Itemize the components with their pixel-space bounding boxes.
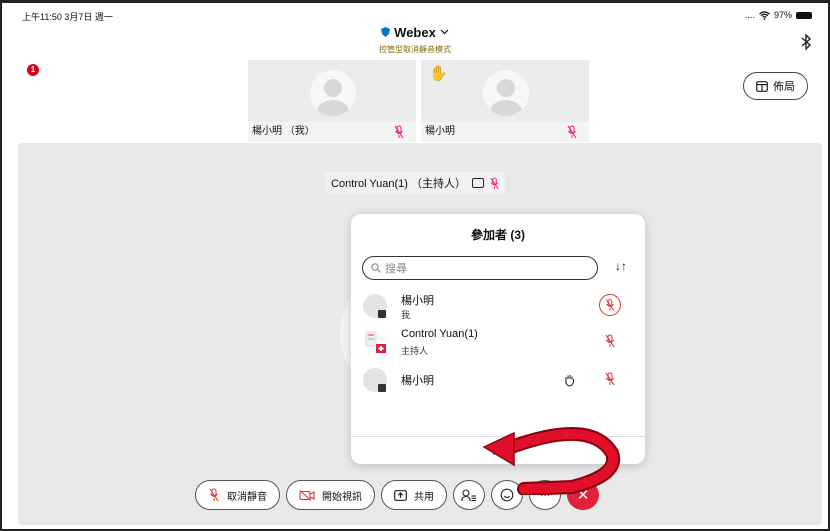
participant-name: 楊小明 (401, 295, 434, 307)
participant-search-input[interactable]: 搜尋 (362, 256, 598, 280)
muted-mic-icon (490, 177, 499, 189)
muted-mic-icon[interactable] (599, 368, 621, 390)
reactions-button[interactable] (491, 480, 523, 510)
muted-mic-icon (567, 125, 577, 139)
leave-meeting-button[interactable]: ✕ (567, 480, 599, 510)
panel-divider (351, 436, 645, 437)
status-indicators: .... 97% (745, 10, 812, 20)
participants-button[interactable] (453, 480, 485, 510)
status-time-date: 上午11:50 3月7日 週一 (22, 12, 113, 22)
participant-role: 我 (401, 310, 411, 320)
participant-name: 楊小明 (401, 375, 434, 387)
host-logo-icon (365, 331, 386, 353)
notification-badge[interactable]: 1 (27, 64, 39, 76)
search-icon (371, 263, 381, 273)
wifi-icon (759, 10, 770, 20)
muted-mic-icon (394, 125, 404, 139)
layout-grid-icon (756, 80, 768, 92)
search-placeholder: 搜尋 (385, 263, 407, 275)
battery-percent: 97% (773, 10, 792, 20)
participant-role: 主持人 (401, 346, 429, 356)
share-label: 共用 (414, 491, 434, 503)
video-thumbnail-self[interactable]: 楊小明 （我） (248, 60, 416, 142)
video-off-icon (299, 489, 315, 501)
device-icon (378, 310, 386, 318)
emoji-icon (500, 488, 514, 502)
share-button[interactable]: 共用 (381, 480, 447, 510)
signal-indicator: .... (744, 10, 755, 20)
video-thumbnail-participant[interactable]: ✋ 楊小明 (421, 60, 589, 142)
unmute-button[interactable]: 取消靜音 (195, 480, 280, 510)
start-video-label: 開始視訊 (322, 491, 362, 503)
unmute-label: 取消靜音 (227, 491, 267, 503)
avatar (483, 70, 529, 116)
participants-panel: 參加者 (3) 搜尋 ↓↑ 楊小明 我 Control Yuan(1) 主持人 … (351, 214, 645, 464)
meeting-name[interactable]: Webex (381, 25, 449, 40)
meeting-app-name: Webex (394, 24, 436, 40)
host-pill: Control Yuan(1) （主持人） (325, 172, 505, 194)
chevron-down-icon (440, 29, 449, 35)
participant-row[interactable]: 楊小明 我 (361, 290, 633, 326)
more-options-button[interactable]: ··· (529, 480, 561, 510)
device-icon (378, 384, 386, 392)
share-screen-icon (471, 178, 484, 188)
meeting-toolbar: 取消靜音 開始視訊 共用 ··· ✕ (195, 480, 599, 510)
battery-icon (796, 11, 812, 19)
more-icon: ··· (540, 489, 550, 501)
close-icon: ✕ (576, 487, 590, 504)
meeting-mode: 控管型取消靜音模式 (379, 45, 451, 54)
layout-button[interactable]: 佈局 (743, 72, 808, 100)
start-video-button[interactable]: 開始視訊 (286, 480, 375, 510)
panel-title: 參加者 (3) (470, 228, 525, 242)
raised-hand-icon: ✋ (429, 65, 448, 82)
sort-icon[interactable]: ↓↑ (615, 259, 627, 273)
chat-icon[interactable] (492, 442, 506, 456)
host-name: Control Yuan(1) （主持人） (331, 178, 466, 190)
participant-row[interactable]: Control Yuan(1) 主持人 (361, 326, 633, 362)
avatar (310, 70, 356, 116)
layout-button-label: 佈局 (773, 81, 795, 93)
participants-icon (461, 488, 476, 501)
participant-row[interactable]: 楊小明 (361, 364, 633, 400)
meeting-header[interactable]: Webex 控管型取消靜音模式 (0, 24, 830, 55)
muted-mic-icon[interactable] (599, 330, 621, 352)
muted-mic-icon (209, 488, 219, 502)
participant-name: Control Yuan(1) (401, 328, 478, 340)
raised-hand-outline-icon (565, 375, 575, 387)
host-label: Control Yuan(1) （主持人） (0, 172, 830, 194)
muted-mic-icon[interactable] (599, 294, 621, 316)
share-screen-icon (394, 489, 407, 501)
thumbnail-name: 楊小明 (421, 122, 589, 142)
webex-shield-icon (381, 27, 391, 37)
thumbnail-name: 楊小明 （我） (248, 122, 416, 142)
